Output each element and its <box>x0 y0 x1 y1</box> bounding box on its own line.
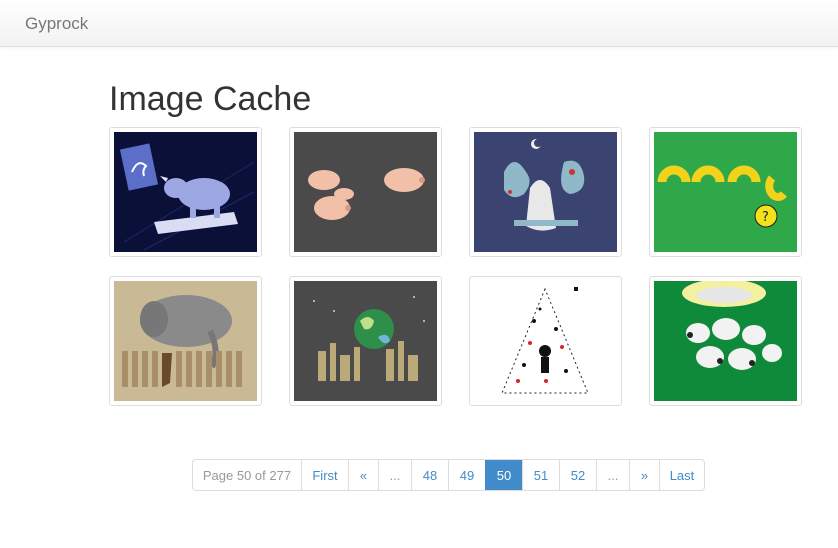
gallery-thumbnail[interactable] <box>649 276 802 406</box>
gallery-thumbnail[interactable] <box>289 276 442 406</box>
pagination-page-51[interactable]: 51 <box>522 460 559 490</box>
gallery-thumbnail[interactable] <box>109 276 262 406</box>
pagination-last-button[interactable]: Last <box>659 460 704 490</box>
thumbnail-sheep-flock <box>654 281 797 401</box>
pagination-first-button[interactable]: First <box>301 460 348 490</box>
svg-text:?: ? <box>762 210 769 225</box>
thumbnail-christmas-tree <box>474 281 617 401</box>
thumbnail-earth-city <box>294 281 437 401</box>
navbar-brand[interactable]: Gyprock <box>25 14 88 34</box>
gallery-thumbnail[interactable] <box>289 127 442 257</box>
gallery-thumbnail[interactable] <box>109 127 262 257</box>
navbar: Gyprock <box>0 0 838 47</box>
thumbnail-night-forest-creatures <box>474 132 617 252</box>
gallery-thumbnail[interactable] <box>469 276 622 406</box>
thumbnail-elephant-fence <box>114 281 257 401</box>
pagination-page-50-current[interactable]: 50 <box>485 460 522 490</box>
pagination-page-48[interactable]: 48 <box>411 460 448 490</box>
pagination-page-52[interactable]: 52 <box>559 460 596 490</box>
pagination: Page 50 of 277 First « ... 48 49 50 51 5… <box>192 459 705 491</box>
thumbnail-rhino-treadmill <box>114 132 257 252</box>
pagination-page-info: Page 50 of 277 <box>202 467 292 483</box>
gallery-thumbnail[interactable] <box>469 127 622 257</box>
pagination-ellipsis-right: ... <box>596 460 629 490</box>
pagination-prev-button[interactable]: « <box>348 460 378 490</box>
page-title: Image Cache <box>109 80 312 118</box>
pagination-ellipsis-left: ... <box>378 460 411 490</box>
thumbnail-macaroni-question: ? <box>654 132 797 252</box>
pagination-next-button[interactable]: » <box>629 460 659 490</box>
thumbnail-pigs <box>294 132 437 252</box>
gallery-thumbnail[interactable]: ? <box>649 127 802 257</box>
pagination-page-49[interactable]: 49 <box>448 460 485 490</box>
